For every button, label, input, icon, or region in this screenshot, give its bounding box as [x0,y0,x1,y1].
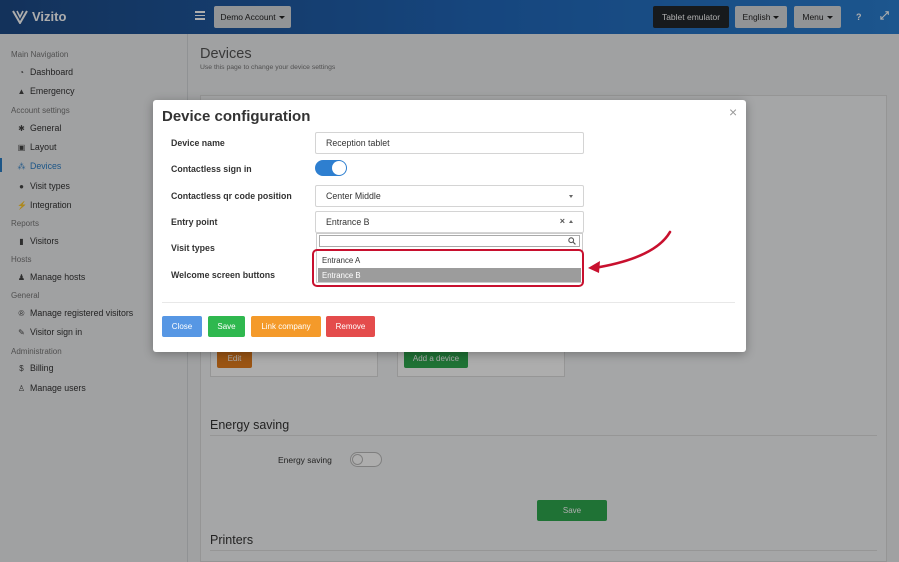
device-configuration-modal: Device configuration × Device name Recep… [153,100,746,352]
remove-button[interactable]: Remove [326,316,375,337]
chevron-down-icon [569,195,573,198]
dropdown-highlight-box [312,249,584,287]
chevron-up-icon [569,220,573,223]
entry-point-value: Entrance B [326,217,370,227]
close-button[interactable]: Close [162,316,202,337]
welcome-screen-buttons-label: Welcome screen buttons [171,270,275,280]
close-icon[interactable]: × [729,104,737,120]
entry-point-label: Entry point [171,217,218,227]
modal-title: Device configuration [162,108,311,125]
device-name-input[interactable]: Reception tablet [315,132,584,154]
contactless-sign-in-toggle[interactable] [315,160,347,176]
save-button[interactable]: Save [208,316,245,337]
device-name-value: Reception tablet [326,138,390,148]
qr-position-value: Center Middle [326,191,381,201]
qr-position-label: Contactless qr code position [171,191,292,201]
annotation-arrow-icon [588,230,672,273]
device-name-label: Device name [171,138,225,148]
entry-point-select[interactable]: Entrance B × [315,211,584,233]
modal-divider [162,302,735,303]
search-icon [568,237,576,245]
link-company-button[interactable]: Link company [251,316,321,337]
visit-types-label: Visit types [171,243,215,253]
clear-selection-icon[interactable]: × [560,216,565,226]
qr-position-select[interactable]: Center Middle [315,185,584,207]
contactless-sign-in-label: Contactless sign in [171,164,252,174]
dropdown-search-input[interactable] [319,235,580,247]
toggle-knob [332,161,346,175]
